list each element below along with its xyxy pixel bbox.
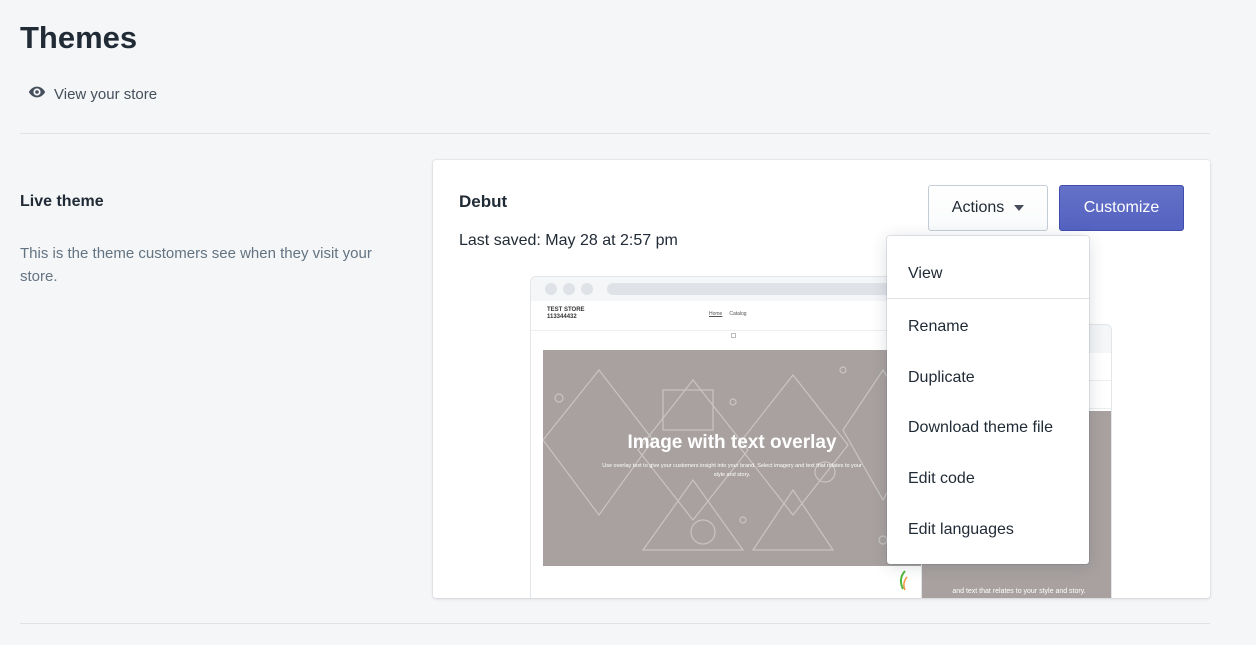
caret-down-icon — [1014, 205, 1025, 211]
view-store-label: View your store — [54, 85, 158, 103]
menu-item-edit-languages[interactable]: Edit languages — [887, 508, 1089, 552]
page-title: Themes — [20, 20, 138, 55]
menu-item-download-theme-file[interactable]: Download theme file — [887, 406, 1089, 450]
last-saved: Last saved: May 28 at 2:57 pm — [459, 232, 678, 249]
loading-icon — [899, 570, 908, 591]
actions-label: Actions — [951, 199, 1005, 216]
actions-dropdown: View Rename Duplicate Download theme fil… — [887, 236, 1089, 564]
eye-icon — [28, 83, 46, 105]
menu-item-view[interactable]: View — [887, 252, 1089, 296]
actions-button[interactable]: Actions — [928, 185, 1048, 231]
menu-item-rename[interactable]: Rename — [887, 305, 1089, 349]
preview-hero-title: Image with text overlay — [627, 432, 837, 453]
preview-store-name: TEST STORE 113344432 — [547, 307, 585, 320]
theme-name: Debut — [459, 192, 508, 211]
desktop-preview: TEST STORE 113344432 HomeCatalog ⚲ ◯ — [531, 277, 921, 598]
section-description: This is the theme customers see when the… — [20, 245, 372, 285]
section-heading: Live theme — [20, 193, 104, 210]
mobile-preview-caption: and text that relates to your style and … — [952, 588, 1086, 595]
bottom-divider — [20, 623, 1210, 624]
customize-button[interactable]: Customize — [1059, 185, 1184, 231]
preview-nav: Home Catalog — [709, 311, 747, 317]
preview-logo-placeholder — [731, 333, 736, 338]
menu-item-duplicate[interactable]: Duplicate — [887, 356, 1089, 400]
menu-separator — [887, 298, 1089, 299]
preview-hero-subtitle: Use overlay text to give your customers … — [602, 463, 862, 478]
preview-hero: Image with text overlay Use overlay text… — [543, 350, 921, 566]
menu-item-edit-code[interactable]: Edit code — [887, 457, 1089, 501]
theme-card: Debut Last saved: May 28 at 2:57 pm Acti… — [433, 160, 1210, 598]
top-divider — [20, 133, 1210, 134]
view-store-link[interactable]: View your store — [28, 83, 157, 105]
